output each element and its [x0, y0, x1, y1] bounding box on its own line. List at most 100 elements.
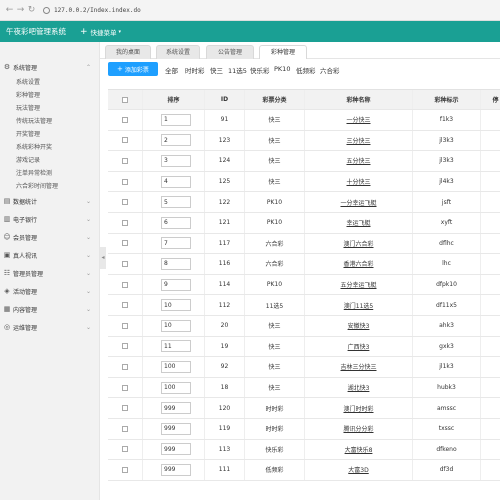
lottery-name-link[interactable]: 幸运飞艇 [346, 218, 370, 227]
sidebar-group-1[interactable]: ▤ 数据统计 ⌄ [0, 192, 99, 210]
sidebar-item[interactable]: 六合彩时间管理 [0, 179, 99, 192]
sort-order-input[interactable]: 7 [161, 237, 191, 250]
row-checkbox[interactable] [122, 405, 128, 412]
tab-announcements[interactable]: 公告管理 [206, 45, 254, 59]
row-checkbox[interactable] [122, 219, 128, 226]
filter-pk10[interactable]: PK10 [274, 65, 290, 73]
row-checkbox[interactable] [122, 137, 128, 144]
lottery-name-link[interactable]: 十分快三 [346, 177, 370, 186]
sidebar-item[interactable]: 游戏记录 [0, 153, 99, 166]
lottery-name-link[interactable]: 大富3D [348, 465, 368, 474]
sort-order-input[interactable]: 3 [161, 154, 191, 167]
lottery-name-link[interactable]: 五分快三 [346, 156, 370, 165]
row-checkbox[interactable] [122, 425, 128, 432]
lottery-name-link[interactable]: 大富快乐8 [345, 445, 373, 454]
status-cell [481, 295, 500, 315]
lottery-name-link[interactable]: 湖北快3 [348, 383, 370, 392]
row-checkbox[interactable] [122, 178, 128, 185]
forward-icon[interactable]: → [15, 5, 26, 15]
sidebar-item[interactable]: 玩法管理 [0, 101, 99, 114]
sidebar-group-3[interactable]: ☺ 会员管理 ⌄ [0, 228, 99, 246]
sidebar-item[interactable]: 注单异常检测 [0, 166, 99, 179]
sidebar-group-5[interactable]: ☷ 管理员管理 ⌄ [0, 264, 99, 282]
lottery-name-link[interactable]: 吉林三分快三 [340, 362, 376, 371]
select-all-checkbox[interactable] [122, 96, 128, 103]
lottery-name-link[interactable]: 安徽快3 [348, 321, 370, 330]
sort-order-input[interactable]: 10 [161, 319, 191, 332]
row-checkbox[interactable] [122, 363, 128, 370]
tab-lottery-management[interactable]: 彩种管理 [259, 45, 307, 59]
sort-order-input[interactable]: 6 [161, 216, 191, 229]
filter-k3[interactable]: 快三 [210, 65, 223, 75]
sort-order-input[interactable]: 1 [161, 113, 191, 126]
lottery-name-link[interactable]: 澳门11选5 [344, 301, 373, 310]
sort-order-input[interactable]: 8 [161, 257, 191, 270]
row-checkbox[interactable] [122, 260, 128, 267]
sort-order-input[interactable]: 2 [161, 134, 191, 147]
back-icon[interactable]: ← [4, 5, 15, 15]
id-cell: 18 [205, 377, 245, 398]
sort-order-input[interactable]: 4 [161, 175, 191, 188]
filter-11x5[interactable]: 11选5 [228, 65, 247, 75]
sort-order-input[interactable]: 999 [161, 422, 191, 435]
row-checkbox[interactable] [122, 281, 128, 288]
sort-order-input[interactable]: 5 [161, 196, 191, 209]
sort-cell: 4 [143, 171, 205, 192]
row-checkbox[interactable] [122, 343, 128, 350]
filter-keno[interactable]: 快乐彩 [250, 65, 270, 75]
sidebar-group-6[interactable]: ◈ 活动管理 ⌄ [0, 282, 99, 300]
sort-order-input[interactable]: 100 [161, 360, 191, 373]
sort-order-input[interactable]: 999 [161, 402, 191, 415]
site-info-icon[interactable] [43, 6, 50, 14]
lottery-name-link[interactable]: 一分快三 [346, 115, 370, 124]
id-cell: 114 [205, 274, 245, 295]
row-checkbox[interactable] [122, 157, 128, 164]
row-checkbox[interactable] [122, 116, 128, 123]
sidebar-collapse-handle[interactable]: ◂ [100, 247, 106, 269]
lottery-name-link[interactable]: 澳门时时彩 [343, 404, 373, 413]
row-checkbox[interactable] [122, 466, 128, 473]
sidebar-group-0[interactable]: ⚙ 系统管理 ⌃ [0, 59, 99, 75]
sidebar-item[interactable]: 彩种管理 [0, 88, 99, 101]
sidebar-item[interactable]: 系统设置 [0, 75, 99, 88]
tab-system-settings[interactable]: 系统设置 [156, 45, 200, 59]
add-lottery-button[interactable]: + 添加彩票 [108, 62, 158, 76]
sort-order-input[interactable]: 999 [161, 463, 191, 476]
lottery-name-link[interactable]: 香港六合彩 [343, 259, 373, 268]
sort-order-input[interactable]: 10 [161, 299, 191, 312]
sidebar-group-2[interactable]: ▥ 电子银行 ⌄ [0, 210, 99, 228]
lottery-name-link[interactable]: 一分幸运飞艇 [340, 198, 376, 207]
filter-all[interactable]: 全部 [165, 65, 178, 75]
row-checkbox[interactable] [122, 302, 128, 309]
name-cell: 澳门六合彩 [305, 233, 413, 254]
row-checkbox[interactable] [122, 322, 128, 329]
sort-order-input[interactable]: 100 [161, 381, 191, 394]
quick-menu-button[interactable]: + 快捷菜单 ▾ [80, 27, 121, 37]
sidebar-group-4[interactable]: ▣ 真人视讯 ⌄ [0, 246, 99, 264]
reload-icon[interactable]: ↻ [26, 5, 37, 15]
lottery-name-link[interactable]: 澳门六合彩 [343, 239, 373, 248]
header-sort: 排序 [143, 90, 205, 109]
address-bar[interactable]: 127.0.0.2/Index.index.do [54, 7, 141, 14]
tab-desktop[interactable]: 我的桌面 [105, 45, 151, 59]
filter-ssc[interactable]: 时时彩 [185, 65, 205, 75]
row-checkbox[interactable] [122, 240, 128, 247]
lottery-name-link[interactable]: 五分幸运飞艇 [340, 280, 376, 289]
sidebar-item[interactable]: 开奖管理 [0, 127, 99, 140]
row-checkbox[interactable] [122, 199, 128, 206]
row-checkbox[interactable] [122, 384, 128, 391]
row-checkbox[interactable] [122, 446, 128, 453]
sidebar-group-7[interactable]: ▦ 内容管理 ⌄ [0, 300, 99, 318]
filter-low-freq[interactable]: 低频彩 [296, 65, 316, 75]
filter-lhc[interactable]: 六合彩 [320, 65, 340, 75]
sidebar-group-8[interactable]: ◎ 运维管理 ⌄ [0, 318, 99, 336]
lottery-name-link[interactable]: 广西快3 [348, 342, 370, 351]
sidebar-item[interactable]: 传统玩法管理 [0, 114, 99, 127]
sidebar-item[interactable]: 系统彩种开奖 [0, 140, 99, 153]
sort-order-input[interactable]: 11 [161, 340, 191, 353]
checkbox-cell [108, 439, 143, 460]
lottery-name-link[interactable]: 三分快三 [346, 136, 370, 145]
sort-order-input[interactable]: 999 [161, 443, 191, 456]
sort-order-input[interactable]: 9 [161, 278, 191, 291]
lottery-name-link[interactable]: 腾讯分分彩 [343, 424, 373, 433]
